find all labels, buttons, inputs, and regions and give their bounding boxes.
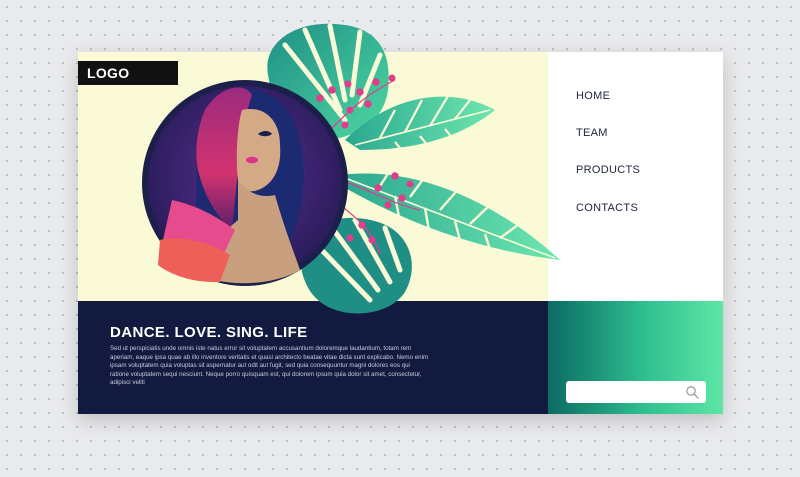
woman-portrait-illustration [142,80,348,286]
logo[interactable]: LOGO [78,61,178,85]
